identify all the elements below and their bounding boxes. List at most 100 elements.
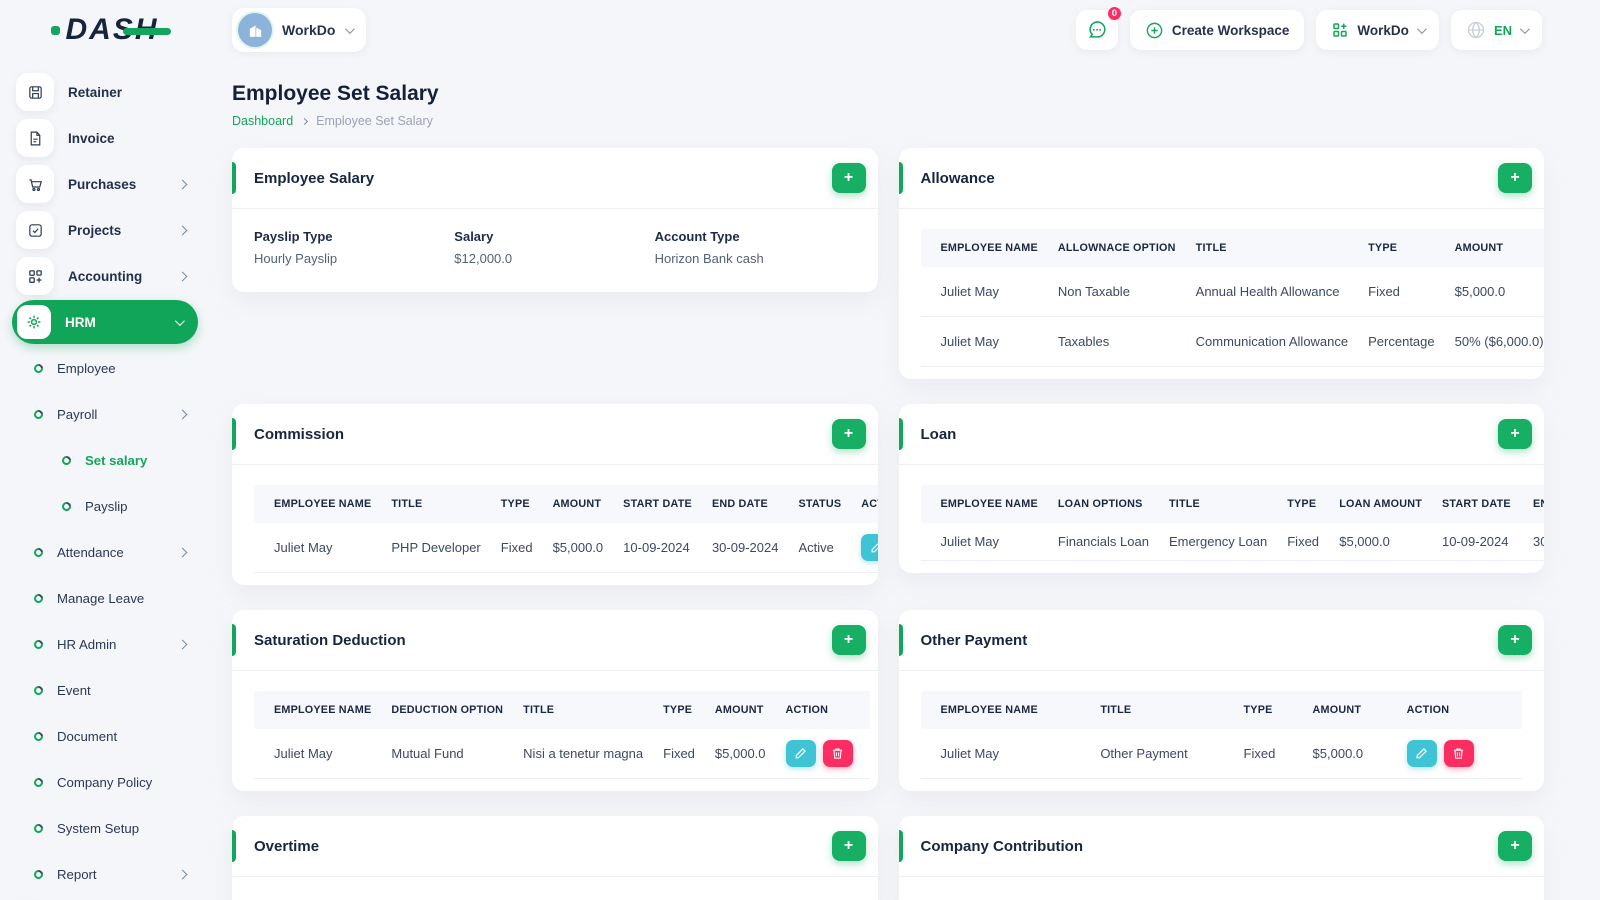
edit-button[interactable] (861, 534, 878, 561)
workspace-selector[interactable]: WorkDo (232, 8, 367, 52)
table-cell: Nisi a tenetur magna (513, 729, 654, 779)
sidebar-item-payslip[interactable]: Payslip (12, 484, 198, 528)
edit-button[interactable] (785, 740, 816, 767)
add-company-contribution-button[interactable] (1498, 831, 1532, 861)
sidebar-item-document[interactable]: Document (12, 714, 198, 758)
table-row: Juliet May Mutual Fund Nisi a tenetur magn… (254, 729, 870, 779)
plus-circle-icon (1146, 22, 1163, 38)
actions-cell (851, 523, 878, 573)
chevron-right-icon (301, 117, 309, 125)
loan-card: Loan EMPLOYEE NAMELOAN OPTIONSTITLETYPEL… (898, 404, 1544, 573)
sidebar-item-label: Set salary (85, 452, 148, 468)
table-cell: Fixed (490, 523, 543, 573)
bullet-icon (32, 407, 45, 421)
commission-card: Commission EMPLOYEE NAMETITLETYPEAMOUNTS… (232, 404, 878, 585)
card-title: Loan (920, 425, 957, 443)
table-row: Juliet May Other Payment Fixed $5,000.0 (920, 729, 1522, 779)
column-header: EMPLOYEE NAME (920, 691, 1091, 729)
chat-button[interactable]: 0 (1075, 5, 1123, 50)
breadcrumb-dashboard-link[interactable]: Dashboard (232, 114, 293, 128)
info-field: Salary $12,000.0 (454, 229, 654, 266)
sidebar-item-label: HR Admin (57, 636, 117, 652)
page-title: Employee Set Salary (232, 82, 439, 105)
chevron-down-icon (174, 315, 185, 326)
bullet-icon (32, 545, 45, 559)
sidebar-item-system-setup[interactable]: System Setup (12, 806, 198, 850)
delete-button[interactable] (822, 740, 853, 767)
bullet-icon (32, 361, 45, 375)
sidebar: Retainer Invoice Purchases Projects Accounti… (0, 60, 210, 900)
delete-button[interactable] (1443, 740, 1474, 767)
sidebar-item-manage-leave[interactable]: Manage Leave (12, 576, 198, 620)
column-header: TITLE (1185, 229, 1359, 267)
column-header: ACTION (775, 691, 870, 729)
sidebar-item-set-salary[interactable]: Set salary (12, 438, 198, 482)
add-commission-button[interactable] (831, 419, 866, 449)
column-header: TITLE (513, 691, 654, 729)
add-allowance-button[interactable] (1498, 163, 1532, 193)
card-title: Company Contribution (920, 837, 1083, 855)
table-cell: $5,000.0 (542, 523, 614, 573)
add-overtime-button[interactable] (831, 831, 866, 861)
sidebar-item-purchases[interactable]: Purchases (12, 162, 198, 206)
sidebar-item-attendance[interactable]: Attendance (12, 530, 198, 574)
create-workspace-label: Create Workspace (1171, 22, 1290, 38)
workdo-menu-button[interactable]: WorkDo (1316, 10, 1439, 50)
create-workspace-button[interactable]: Create Workspace (1129, 10, 1305, 50)
column-header: LOAN OPTIONS (1047, 485, 1159, 523)
chevron-right-icon (177, 869, 188, 879)
sidebar-item-label: Retainer (68, 84, 123, 100)
column-header: TYPE (653, 691, 705, 729)
column-header: ACTION (1396, 691, 1522, 729)
field-value: $12,000.0 (454, 251, 513, 266)
sidebar-item-label: System Setup (57, 820, 140, 836)
workspace-name: WorkDo (282, 22, 336, 38)
sidebar-item-employee[interactable]: Employee (12, 346, 198, 390)
sidebar-item-label: Attendance (57, 544, 124, 560)
edit-button[interactable] (1406, 740, 1437, 767)
sidebar-item-payroll[interactable]: Payroll (12, 392, 198, 436)
sidebar-item-report[interactable]: Report (12, 852, 198, 896)
sidebar-item-hrm[interactable]: HRM (12, 300, 198, 344)
sidebar-item-invoice[interactable]: Invoice (12, 116, 198, 160)
table-cell: Active (788, 523, 852, 573)
commission-table: EMPLOYEE NAME TITLE TYPE AMOUNT START DATE EN… (254, 485, 878, 573)
add-saturation-deduction-button[interactable] (831, 625, 866, 655)
sidebar-item-hr-admin[interactable]: HR Admin (12, 622, 198, 666)
bullet-icon (60, 499, 73, 513)
table-cell: Juliet May (920, 523, 1048, 561)
add-employee-salary-button[interactable] (831, 163, 866, 193)
sidebar-item-event[interactable]: Event (12, 668, 198, 712)
card-header: Saturation Deduction (232, 610, 878, 671)
other-payment-table: EMPLOYEE NAME TITLE TYPE AMOUNT ACTION Juliet… (920, 691, 1522, 779)
sidebar-item-label: Purchases (68, 176, 137, 192)
sidebar-item-projects[interactable]: Projects (12, 208, 198, 252)
field-label: Payslip Type (254, 229, 333, 244)
field-value: Horizon Bank cash (654, 251, 764, 266)
table-cell: Juliet May (920, 729, 1091, 779)
workdo-menu-label: WorkDo (1357, 22, 1409, 38)
sidebar-item-retainer[interactable]: Retainer (12, 70, 198, 114)
chevron-right-icon (177, 179, 188, 189)
hrm-icon (17, 305, 51, 339)
bullet-icon (32, 637, 45, 651)
sidebar-item-label: Manage Leave (57, 590, 145, 606)
column-header: LOAN AMOUNT (1329, 485, 1432, 523)
main-content: Employee Set Salary Dashboard Employee S… (210, 60, 1600, 900)
chevron-down-icon (345, 23, 356, 34)
add-loan-button[interactable] (1498, 419, 1532, 449)
sidebar-item-company-policy[interactable]: Company Policy (12, 760, 198, 804)
chevron-right-icon (177, 639, 188, 649)
table-cell: Juliet May (254, 729, 382, 779)
table-cell: Taxables (1047, 316, 1186, 367)
language-selector[interactable]: EN (1450, 10, 1542, 50)
sidebar-item-accounting[interactable]: Accounting (12, 254, 198, 298)
employee-salary-card: Employee Salary Payslip Type Hourly Paysl… (232, 148, 878, 292)
sidebar-item-label: Payslip (85, 498, 128, 514)
add-other-payment-button[interactable] (1498, 625, 1532, 655)
chevron-right-icon (177, 409, 188, 419)
bullet-icon (32, 821, 45, 835)
table-cell: 30-09-2024 (701, 523, 789, 573)
card-accent-bar (898, 830, 903, 862)
card-header: Employee Salary (232, 148, 878, 209)
